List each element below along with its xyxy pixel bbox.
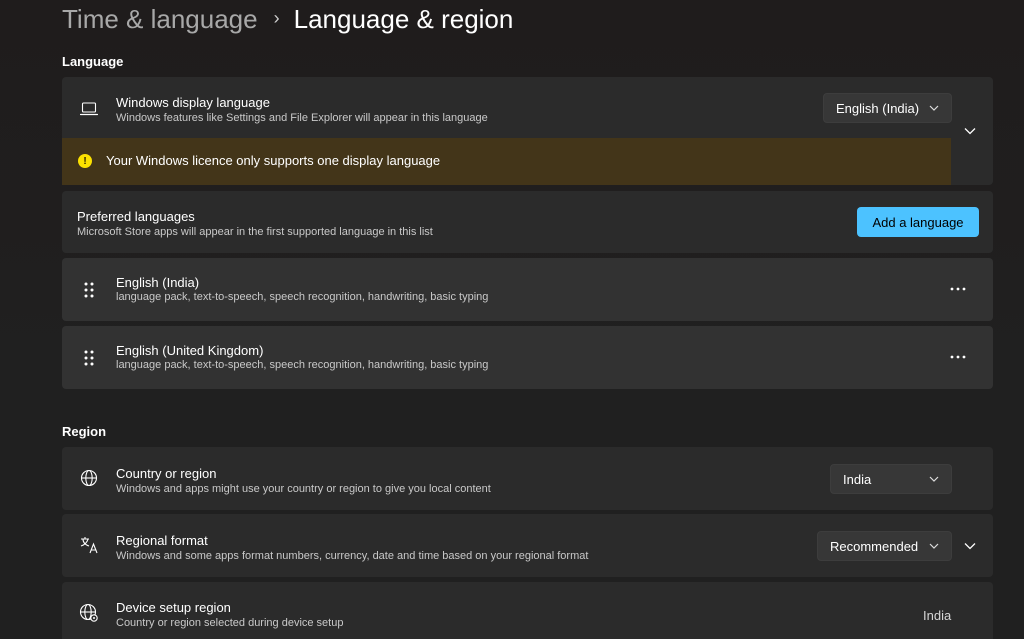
display-language-subtitle: Windows features like Settings and File … (116, 112, 488, 124)
language-name: English (India) (116, 275, 200, 290)
section-title-region: Region (62, 424, 107, 439)
language-name: English (United Kingdom) (116, 343, 264, 358)
language-features: language pack, text-to-speech, speech re… (116, 359, 489, 371)
country-region-card: Country or region Windows and apps might… (62, 447, 993, 510)
drag-handle-icon[interactable] (78, 347, 100, 369)
globe-setup-icon (78, 602, 100, 624)
licence-warning-text: Your Windows licence only supports one d… (106, 153, 441, 168)
regional-format-title: Regional format (116, 533, 208, 548)
country-region-subtitle: Windows and apps might use your country … (116, 483, 491, 495)
regional-format-expand-button[interactable] (962, 538, 978, 554)
page-title: Language & region (293, 3, 514, 34)
chevron-down-icon (929, 541, 939, 551)
preferred-languages-subtitle: Microsoft Store apps will appear in the … (77, 226, 433, 238)
device-setup-region-subtitle: Country or region selected during device… (116, 617, 344, 629)
chevron-down-icon (929, 474, 939, 484)
chevron-down-icon (929, 103, 939, 113)
language-features: language pack, text-to-speech, speech re… (116, 291, 489, 303)
display-language-dropdown[interactable]: English (India) (823, 93, 952, 123)
display-language-title: Windows display language (116, 95, 270, 110)
licence-warning-bar: ! Your Windows licence only supports one… (62, 138, 951, 185)
warning-icon: ! (78, 154, 92, 168)
language-list-item[interactable]: English (United Kingdom) language pack, … (62, 326, 993, 389)
drag-handle-icon[interactable] (78, 279, 100, 301)
country-region-value: India (843, 471, 872, 487)
device-setup-region-title: Device setup region (116, 600, 231, 615)
more-options-icon[interactable] (942, 345, 974, 369)
display-language-value: English (India) (836, 100, 920, 116)
laptop-icon (78, 98, 100, 120)
regional-format-subtitle: Windows and some apps format numbers, cu… (116, 550, 589, 562)
country-region-dropdown[interactable]: India (830, 464, 952, 494)
language-list-item[interactable]: English (India) language pack, text-to-s… (62, 258, 993, 321)
regional-format-dropdown[interactable]: Recommended (817, 531, 952, 561)
settings-page: Time & language › Language & region Lang… (0, 0, 1024, 639)
country-region-title: Country or region (116, 466, 217, 481)
preferred-languages-card: Preferred languages Microsoft Store apps… (62, 191, 993, 253)
more-options-icon[interactable] (942, 277, 974, 301)
globe-icon (78, 467, 100, 489)
breadcrumb-separator: › (273, 7, 280, 28)
preferred-languages-title: Preferred languages (77, 209, 195, 224)
add-language-button[interactable]: Add a language (857, 207, 979, 237)
language-format-icon (78, 534, 100, 556)
breadcrumb-parent-link[interactable]: Time & language (62, 4, 258, 35)
device-setup-region-card: Device setup region Country or region se… (62, 582, 993, 639)
breadcrumb: Time & language › Language & region (62, 2, 513, 36)
regional-format-card[interactable]: Regional format Windows and some apps fo… (62, 514, 993, 577)
device-setup-region-value: India (923, 608, 952, 623)
regional-format-value: Recommended (830, 538, 919, 554)
display-language-expand-button[interactable] (962, 123, 978, 139)
section-title-language: Language (62, 54, 124, 69)
